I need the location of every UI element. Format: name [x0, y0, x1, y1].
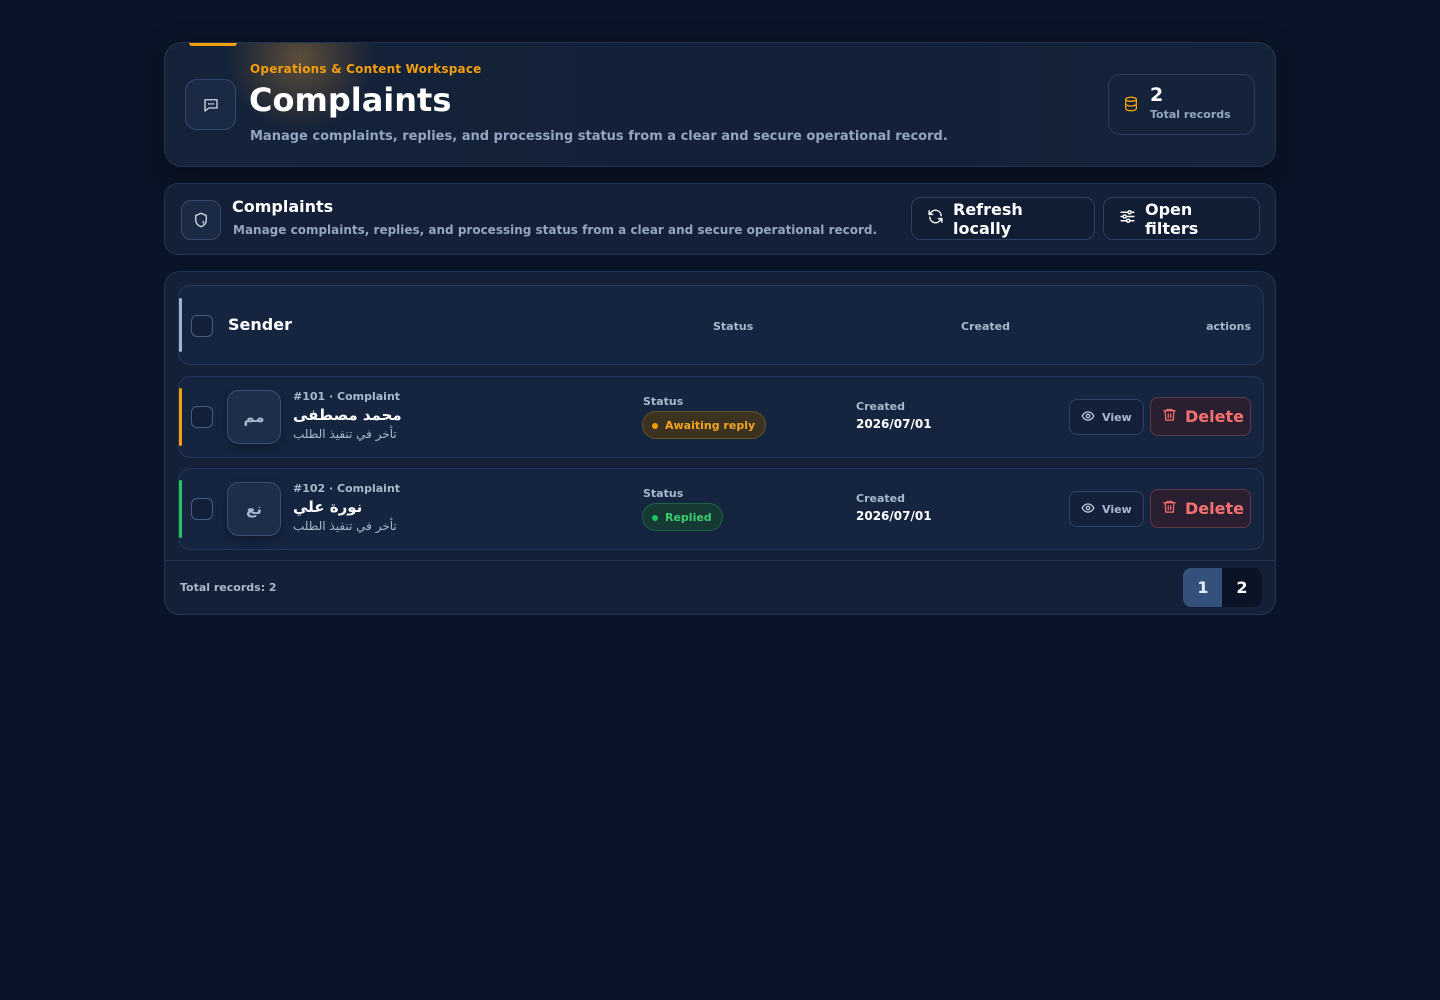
- avatar: نع: [227, 482, 281, 536]
- row-meta: #102 · Complaint: [293, 482, 401, 495]
- status-badge: Awaiting reply: [642, 411, 767, 439]
- column-header-sender[interactable]: Sender: [228, 315, 292, 334]
- page-header-card: Operations & Content Workspace Complaint…: [164, 42, 1276, 167]
- status-label: Status: [643, 487, 684, 500]
- row-meta: #101 · Complaint: [293, 390, 401, 403]
- page-title: Complaints: [249, 81, 452, 119]
- sender-name: نورة علي: [293, 498, 363, 516]
- row-status-edge: [179, 480, 182, 538]
- total-records-stat: 2 Total records: [1108, 74, 1255, 135]
- page-kicker: Operations & Content Workspace: [250, 62, 482, 76]
- trash-icon: [1162, 406, 1177, 427]
- complaint-subject: تأخر في تنفيذ الطلب: [293, 427, 397, 441]
- eye-icon: [1080, 501, 1096, 518]
- complaint-subject: تأخر في تنفيذ الطلب: [293, 519, 397, 533]
- total-records-value: 2: [1150, 84, 1164, 106]
- row-edge: [179, 298, 182, 352]
- delete-button-label: Delete: [1185, 499, 1244, 518]
- total-records-label: Total records: [1150, 108, 1231, 121]
- table-row[interactable]: مم #101 · Complaint محمد مصطفى تأخر في ت…: [178, 376, 1264, 458]
- delete-button-label: Delete: [1185, 407, 1244, 426]
- sliders-icon: [1119, 208, 1136, 229]
- shield-icon: [181, 200, 221, 240]
- accent-bar: [189, 43, 237, 46]
- select-all-checkbox[interactable]: [191, 315, 213, 337]
- column-header-actions: actions: [1206, 320, 1251, 333]
- section-toolbar: Complaints Manage complaints, replies, a…: [164, 183, 1276, 255]
- pagination-page-2[interactable]: 2: [1222, 568, 1262, 607]
- message-icon: [185, 79, 236, 130]
- sender-name: محمد مصطفى: [293, 406, 402, 424]
- eye-icon: [1080, 409, 1096, 426]
- created-label: Created: [856, 492, 905, 505]
- created-date: 2026/07/01: [856, 417, 932, 431]
- table-header-row: Sender Status Created actions: [178, 285, 1264, 365]
- created-date: 2026/07/01: [856, 509, 932, 523]
- view-button-label: View: [1102, 502, 1132, 516]
- complaints-table: Sender Status Created actions مم #101 · …: [164, 271, 1276, 615]
- column-header-created[interactable]: Created: [961, 320, 1010, 333]
- status-dot: [652, 423, 658, 429]
- trash-icon: [1162, 498, 1177, 519]
- table-row[interactable]: نع #102 · Complaint نورة علي تأخر في تنف…: [178, 468, 1264, 550]
- view-button[interactable]: View: [1069, 399, 1144, 435]
- created-label: Created: [856, 400, 905, 413]
- page-container: Operations & Content Workspace Complaint…: [164, 42, 1276, 615]
- database-icon: [1123, 95, 1139, 117]
- view-button[interactable]: View: [1069, 491, 1144, 527]
- avatar: مم: [227, 390, 281, 444]
- refresh-button[interactable]: Refresh locally: [911, 197, 1095, 240]
- status-badge: Replied: [642, 503, 723, 531]
- status-label: Status: [643, 395, 684, 408]
- total-records-text: Total records: 2: [180, 581, 277, 594]
- delete-button[interactable]: Delete: [1150, 397, 1251, 436]
- refresh-button-label: Refresh locally: [953, 199, 1023, 238]
- row-status-edge: [179, 388, 182, 446]
- open-filters-button[interactable]: Open filters: [1103, 197, 1260, 240]
- page-subtitle: Manage complaints, replies, and processi…: [250, 129, 948, 144]
- view-button-label: View: [1102, 410, 1132, 424]
- status-badge-text: Awaiting reply: [665, 418, 756, 432]
- section-subtitle: Manage complaints, replies, and processi…: [233, 223, 878, 237]
- status-dot: [652, 515, 658, 521]
- row-checkbox[interactable]: [191, 498, 213, 520]
- status-badge-text: Replied: [665, 510, 712, 524]
- table-footer-divider: [165, 560, 1275, 561]
- delete-button[interactable]: Delete: [1150, 489, 1251, 528]
- open-filters-label: Open filters: [1145, 199, 1199, 238]
- pagination-page-1[interactable]: 1: [1183, 568, 1223, 607]
- section-title: Complaints: [232, 197, 334, 216]
- row-checkbox[interactable]: [191, 406, 213, 428]
- refresh-icon: [927, 208, 944, 229]
- column-header-status[interactable]: Status: [713, 320, 753, 333]
